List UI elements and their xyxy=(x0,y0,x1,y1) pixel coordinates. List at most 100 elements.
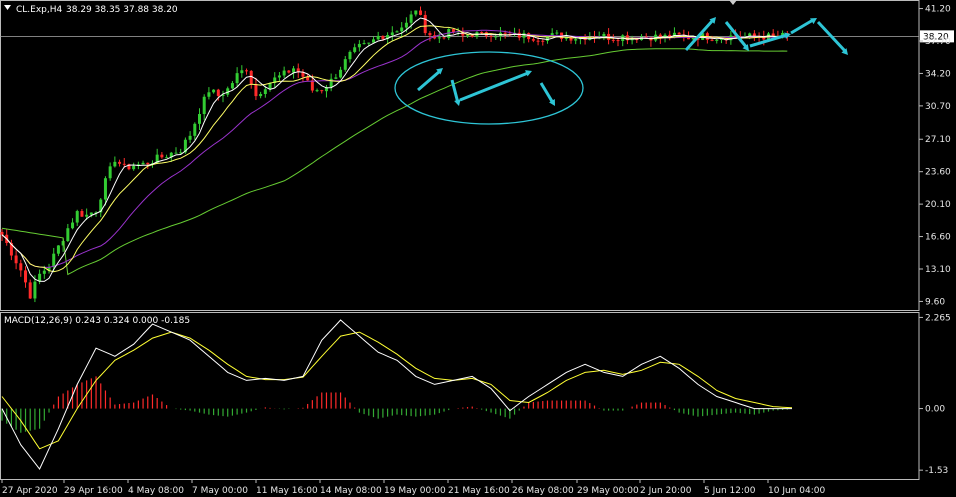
bear-candle xyxy=(428,33,432,36)
bear-candle xyxy=(254,84,258,97)
bear-candle xyxy=(245,70,249,72)
chart-window[interactable]: 38.20 41.2037.7034.2030.7027.1023.6020.1… xyxy=(0,0,956,497)
bull-candle xyxy=(66,228,70,242)
bull-candle xyxy=(362,43,366,45)
price-y-tick-label: 34.20 xyxy=(925,69,951,79)
bull-candle xyxy=(348,51,352,60)
symbol-label: CL.Exp,H4 xyxy=(16,5,63,15)
price-y-tick-label: 23.60 xyxy=(925,168,951,178)
bull-candle xyxy=(165,157,169,159)
bull-candle xyxy=(193,123,197,136)
bull-candle xyxy=(75,211,79,223)
bear-candle xyxy=(611,39,615,41)
x-tick-label: 27 Apr 2020 xyxy=(2,486,58,496)
bull-candle xyxy=(71,222,75,229)
bear-candle xyxy=(28,282,32,299)
bear-candle xyxy=(470,35,474,37)
x-tick-label: 2 Jun 20:00 xyxy=(640,486,692,496)
bull-candle xyxy=(343,59,347,70)
bull-candle xyxy=(108,166,112,179)
macd-header: MACD(12,26,9) 0.243 0.324 0.000 -0.185 xyxy=(4,316,190,326)
x-tick-label: 29 Apr 16:00 xyxy=(64,486,123,496)
bull-candle xyxy=(230,83,234,89)
bull-candle xyxy=(56,245,60,254)
bear-candle xyxy=(80,211,84,217)
x-tick-label: 5 Jun 12:00 xyxy=(704,486,756,496)
bull-candle xyxy=(315,90,319,92)
bull-candle xyxy=(466,35,470,37)
x-tick-label: 4 May 08:00 xyxy=(128,486,184,496)
bear-candle xyxy=(752,33,756,37)
macd-y-tick-label: 0.00 xyxy=(925,405,945,415)
ohlc-readout: 38.29 38.35 37.88 38.20 xyxy=(66,5,178,15)
macd-y-tick-label: -1.53 xyxy=(925,466,948,476)
x-tick-label: 19 May 00:00 xyxy=(384,486,446,496)
bear-candle xyxy=(0,232,4,235)
bear-candle xyxy=(14,255,18,264)
bull-candle xyxy=(292,68,296,73)
bull-candle xyxy=(212,89,216,93)
bear-candle xyxy=(616,40,620,42)
bull-candle xyxy=(259,94,263,97)
bear-candle xyxy=(536,40,540,42)
price-y-tick-label: 16.60 xyxy=(925,233,951,243)
bear-candle xyxy=(423,14,427,34)
price-y-tick-label: 37.70 xyxy=(925,37,951,47)
bull-candle xyxy=(494,36,498,38)
bull-candle xyxy=(174,152,178,154)
bull-candle xyxy=(367,42,371,44)
bull-candle xyxy=(409,14,413,23)
bull-candle xyxy=(42,270,46,274)
bull-candle xyxy=(390,32,394,36)
price-y-tick-label: 9.60 xyxy=(925,297,945,307)
bull-candle xyxy=(715,39,719,41)
x-tick-label: 10 Jun 04:00 xyxy=(768,486,825,496)
bear-candle xyxy=(771,33,775,36)
bull-candle xyxy=(52,253,56,268)
x-tick-label: 21 May 16:00 xyxy=(448,486,510,496)
price-y-tick-label: 13.10 xyxy=(925,265,951,275)
macd-y-tick-label: 2.265 xyxy=(925,313,951,323)
bear-candle xyxy=(320,90,324,92)
bear-candle xyxy=(517,32,521,38)
bear-candle xyxy=(541,40,545,42)
bull-candle xyxy=(334,77,338,79)
bull-candle xyxy=(277,75,281,78)
bull-candle xyxy=(357,43,361,48)
bull-candle xyxy=(113,161,117,167)
bull-candle xyxy=(437,37,441,39)
bull-candle xyxy=(103,178,107,200)
x-tick-label: 7 May 00:00 xyxy=(192,486,248,496)
bull-candle xyxy=(339,69,343,78)
price-y-tick-label: 20.10 xyxy=(925,200,951,210)
bear-candle xyxy=(480,32,484,34)
bear-candle xyxy=(122,163,126,165)
bull-candle xyxy=(188,135,192,140)
price-header: CL.Exp,H4 38.29 38.35 37.88 38.20 xyxy=(4,5,178,15)
bear-candle xyxy=(503,32,507,34)
bull-candle xyxy=(404,22,408,28)
bull-candle xyxy=(85,214,89,217)
bull-candle xyxy=(263,89,267,95)
bull-candle xyxy=(376,35,380,40)
bull-candle xyxy=(141,162,145,165)
bull-candle xyxy=(353,47,357,52)
bull-candle xyxy=(574,39,578,41)
bull-candle xyxy=(198,114,201,124)
bull-candle xyxy=(240,70,244,74)
bull-candle xyxy=(202,96,206,115)
bear-candle xyxy=(489,36,493,38)
bear-candle xyxy=(146,162,150,165)
bear-candle xyxy=(287,70,291,73)
bull-candle xyxy=(235,73,239,84)
bear-candle xyxy=(249,70,253,85)
bear-candle xyxy=(118,161,122,164)
x-tick-label: 29 May 00:00 xyxy=(577,486,639,496)
bull-candle xyxy=(33,281,37,299)
bull-candle xyxy=(282,70,286,76)
bull-candle xyxy=(371,39,375,43)
bear-candle xyxy=(216,89,220,96)
price-y-tick-label: 30.70 xyxy=(925,102,951,112)
bear-candle xyxy=(24,270,28,283)
bull-candle xyxy=(400,27,404,32)
